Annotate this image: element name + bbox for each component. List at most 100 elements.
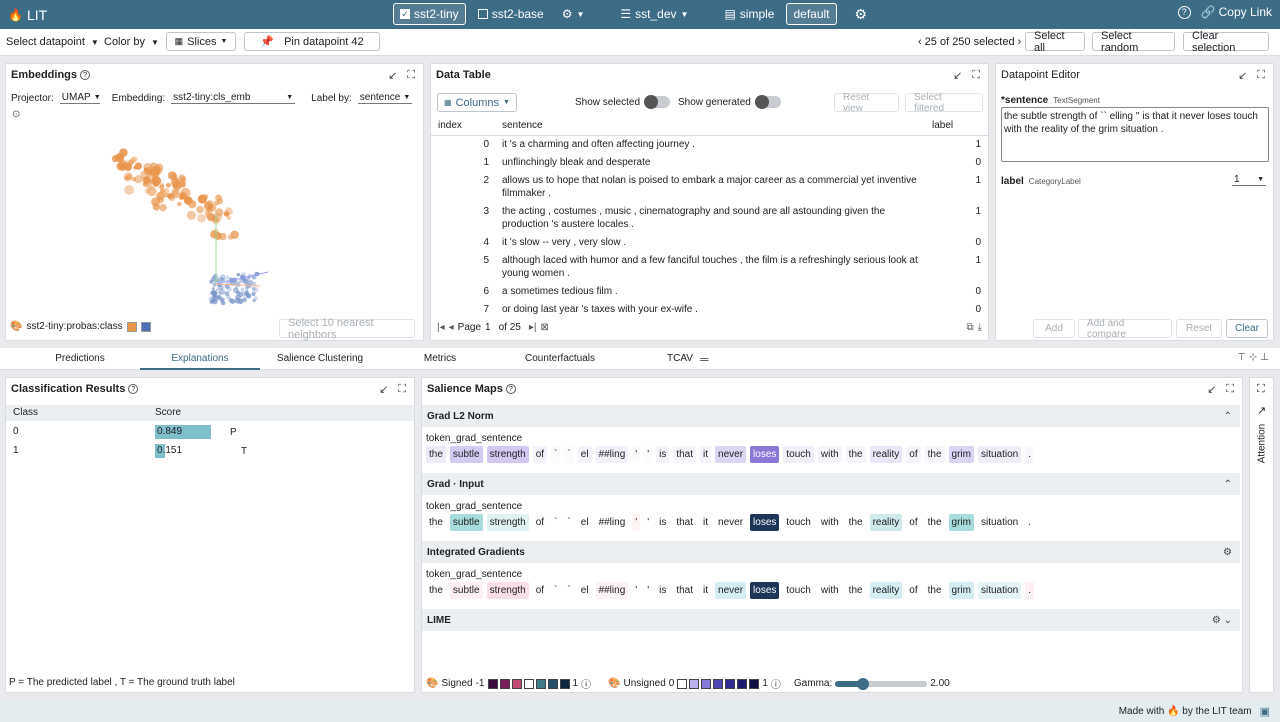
salience-token[interactable]: with [817, 582, 842, 599]
tab-explanations[interactable]: Explanations [140, 348, 260, 370]
salience-token[interactable]: with [817, 514, 842, 531]
salience-section-header[interactable]: Grad · Input ⌃ [422, 473, 1240, 495]
dataset-selector[interactable]: ☰ sst_dev ▼ [614, 3, 694, 25]
model-toggle-sst2-base[interactable]: sst2-base [472, 3, 550, 25]
drag-handle-icon[interactable]: ═ [700, 352, 709, 366]
salience-token[interactable]: ` [564, 582, 574, 599]
salience-token[interactable]: . [1025, 582, 1034, 599]
tab-salience-clustering[interactable]: Salience Clustering [260, 348, 380, 370]
salience-token[interactable]: of [532, 446, 548, 463]
app-logo[interactable]: 🔥 LIT [0, 7, 47, 23]
salience-token[interactable]: reality [869, 446, 903, 463]
feedback-icon[interactable]: ▣ [1260, 705, 1270, 718]
minimize-icon[interactable]: ↙ [1238, 69, 1247, 82]
salience-token[interactable]: of [906, 514, 921, 531]
tab-counterfactuals[interactable]: Counterfactuals [500, 348, 620, 370]
info-icon[interactable]: ? [128, 384, 139, 394]
salience-token[interactable]: ` [551, 514, 561, 531]
salience-token[interactable]: ` [551, 582, 561, 599]
embedding-scatter-plot[interactable] [10, 124, 420, 324]
expand-icon[interactable]: ⛶ [1257, 69, 1265, 82]
salience-token[interactable]: the [924, 514, 945, 531]
copy-icon[interactable]: ⧉ [966, 322, 973, 333]
prev-page-icon[interactable]: ◂ [449, 322, 454, 333]
salience-token[interactable]: el [577, 446, 592, 463]
select-random-button[interactable]: Select random [1092, 30, 1175, 54]
salience-token[interactable]: subtle [449, 514, 483, 531]
reset-view-button[interactable]: Reset view [834, 92, 899, 114]
salience-token[interactable]: ` [551, 446, 561, 463]
layout-resize-icons[interactable]: ⊤⊹⊥ [1237, 352, 1272, 363]
table-row[interactable]: 3 the acting , costumes , music , cinemat… [431, 203, 988, 234]
salience-token[interactable]: situation [977, 514, 1022, 531]
global-settings-button[interactable]: ⚙ [849, 3, 874, 25]
reset-view-icon[interactable]: ⊙ [12, 109, 20, 120]
select-filtered-button[interactable]: Select filtered [905, 92, 983, 114]
salience-token[interactable]: ' [644, 514, 653, 531]
salience-token[interactable]: strength [486, 582, 529, 599]
salience-token[interactable]: subtle [449, 582, 483, 599]
layout-default[interactable]: default [786, 3, 837, 25]
salience-token[interactable]: . [1025, 446, 1034, 463]
salience-token[interactable]: ##ling [595, 582, 629, 599]
salience-token[interactable]: the [845, 582, 866, 599]
color-by-dropdown[interactable]: Color by ▼ [104, 36, 159, 48]
page-settings-icon[interactable]: ⊠ [540, 322, 548, 333]
maximize-icon[interactable]: ↗ [1257, 404, 1266, 417]
salience-token[interactable]: ##ling [595, 514, 629, 531]
salience-token[interactable]: of [906, 446, 921, 463]
label-select[interactable]: 1 ▼ [1232, 174, 1266, 186]
show-generated-toggle[interactable]: Show generated [678, 95, 781, 109]
info-icon[interactable]: ⓘ [581, 676, 591, 691]
salience-token[interactable]: the [845, 514, 866, 531]
salience-token[interactable]: of [532, 514, 548, 531]
salience-section-header[interactable]: Grad L2 Norm ⌃ [422, 405, 1240, 427]
salience-token[interactable]: . [1025, 514, 1034, 531]
first-page-icon[interactable]: |◂ [437, 322, 445, 333]
clear-button[interactable]: Clear [1226, 319, 1268, 338]
table-row[interactable]: 1 unflinchingly bleak and desperate 0 [431, 154, 988, 172]
salience-token[interactable]: with [817, 446, 842, 463]
next-page-icon[interactable]: ▸| [529, 322, 537, 333]
salience-token[interactable]: is [656, 446, 670, 463]
select-all-button[interactable]: Select all [1025, 30, 1085, 54]
salience-token[interactable]: situation [977, 446, 1022, 463]
gamma-slider-thumb[interactable] [856, 677, 869, 690]
salience-token[interactable]: grim [948, 446, 974, 463]
nearest-neighbors-button[interactable]: Select 10 nearest neighbors [279, 317, 415, 341]
salience-token[interactable]: it [700, 514, 712, 531]
chevron-right-icon[interactable]: › [1018, 36, 1022, 48]
attention-tab[interactable]: Attention [1257, 422, 1268, 466]
table-row[interactable]: 6 a sometimes tedious film . 0 [431, 283, 988, 301]
model-toggle-sst2-tiny[interactable]: ✓ sst2-tiny [393, 3, 466, 25]
salience-token[interactable]: it [700, 582, 712, 599]
salience-token[interactable]: loses [750, 446, 780, 463]
minimize-icon[interactable]: ↙ [953, 69, 962, 82]
projector-dropdown[interactable]: UMAP ▼ [59, 92, 101, 104]
salience-token[interactable]: ' [644, 446, 653, 463]
expand-icon[interactable]: ⛶ [1226, 383, 1234, 396]
columns-button[interactable]: ▦ Columns ▼ [437, 93, 517, 112]
salience-token[interactable]: strength [486, 514, 529, 531]
gear-icon[interactable]: ⚙ ⌄ [1212, 615, 1232, 626]
column-header-index[interactable]: index [438, 120, 462, 131]
table-row[interactable]: 7 or doing last year 's taxes with your e… [431, 301, 988, 319]
expand-icon[interactable]: ⛶ [1257, 383, 1265, 396]
salience-token[interactable]: reality [869, 514, 903, 531]
slices-button[interactable]: ▦ Slices ▼ [166, 32, 236, 51]
expand-icon[interactable]: ⛶ [972, 69, 980, 82]
salience-section-header[interactable]: LIME ⚙ ⌄ [422, 609, 1240, 631]
table-row[interactable]: 5 although laced with humor and a few fan… [431, 252, 988, 283]
salience-token[interactable]: el [577, 582, 592, 599]
salience-token[interactable]: the [426, 582, 446, 599]
salience-token[interactable]: the [924, 582, 945, 599]
salience-token[interactable]: ` [564, 446, 574, 463]
salience-token[interactable]: that [673, 446, 697, 463]
salience-token[interactable]: loses [750, 582, 780, 599]
salience-token[interactable]: never [715, 446, 747, 463]
expand-icon[interactable]: ⛶ [398, 383, 406, 396]
table-row[interactable]: 0 it 's a charming and often affecting jo… [431, 136, 988, 154]
salience-token[interactable]: never [715, 582, 747, 599]
show-selected-toggle[interactable]: Show selected [575, 95, 671, 109]
salience-token[interactable]: touch [783, 582, 814, 599]
